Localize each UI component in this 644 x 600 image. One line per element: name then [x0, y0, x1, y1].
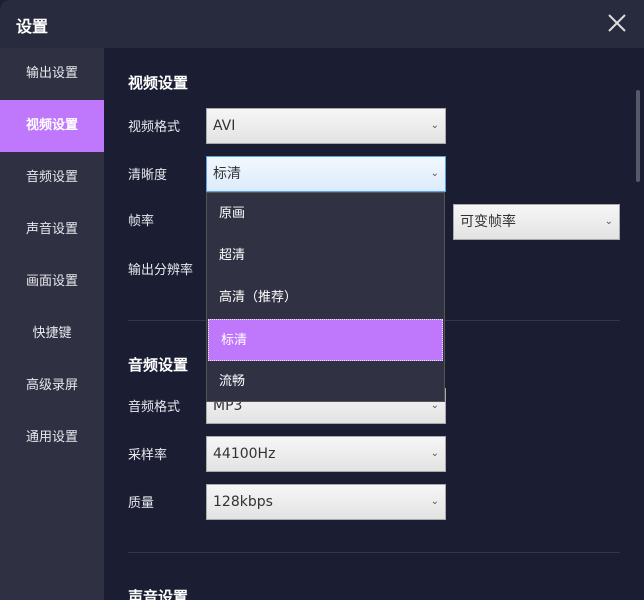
- sidebar-item-screen[interactable]: 画面设置: [0, 256, 104, 308]
- bitrate-value: 128kbps: [213, 494, 273, 510]
- sample-rate-value: 44100Hz: [213, 446, 276, 462]
- quality-label: 清晰度: [128, 168, 168, 183]
- quality-dropdown-list: 原画 超清 高清（推荐） 标清 流畅: [206, 192, 445, 402]
- audio-format-label: 音频格式: [128, 400, 181, 415]
- sample-rate-label: 采样率: [128, 448, 168, 463]
- video-format-label: 视频格式: [128, 120, 181, 135]
- sidebar-item-audio[interactable]: 音频设置: [0, 152, 104, 204]
- sidebar-item-advanced[interactable]: 高级录屏: [0, 360, 104, 412]
- chevron-down-icon: ⌄: [430, 168, 439, 179]
- quality-option[interactable]: 原画: [207, 193, 444, 235]
- sidebar-item-hotkeys[interactable]: 快捷键: [0, 308, 104, 360]
- close-icon[interactable]: [606, 12, 628, 34]
- bitrate-select[interactable]: 128kbps ⌄: [206, 484, 446, 520]
- quality-option[interactable]: 高清（推荐）: [207, 277, 444, 319]
- video-format-value: AVI: [213, 118, 236, 134]
- fps-value: 可变帧率: [460, 214, 516, 230]
- title-bar: 设置: [0, 0, 644, 48]
- chevron-down-icon: ⌄: [430, 496, 439, 507]
- chevron-down-icon: ⌄: [430, 120, 439, 131]
- video-heading: 视频设置: [128, 74, 189, 92]
- sample-rate-select[interactable]: 44100Hz ⌄: [206, 436, 446, 472]
- bitrate-label: 质量: [128, 496, 155, 511]
- scrollbar[interactable]: [636, 90, 640, 182]
- sidebar-item-video[interactable]: 视频设置: [0, 100, 104, 152]
- chevron-down-icon: ⌄: [430, 448, 439, 459]
- chevron-down-icon: ⌄: [604, 216, 613, 227]
- quality-option[interactable]: 超清: [207, 235, 444, 277]
- sound-heading: 声音设置: [128, 588, 189, 600]
- video-format-select[interactable]: AVI ⌄: [206, 108, 446, 144]
- quality-select[interactable]: 标清 ⌄: [206, 156, 446, 192]
- fps-select[interactable]: 可变帧率 ⌄: [453, 204, 620, 240]
- sidebar-item-sound[interactable]: 声音设置: [0, 204, 104, 256]
- window-title: 设置: [16, 17, 49, 36]
- quality-option[interactable]: 流畅: [207, 361, 444, 403]
- resolution-label: 输出分辨率: [128, 263, 194, 278]
- sidebar-item-general[interactable]: 通用设置: [0, 412, 104, 464]
- audio-heading: 音频设置: [128, 356, 189, 374]
- sidebar-item-output[interactable]: 输出设置: [0, 48, 104, 100]
- settings-panel: 视频设置 视频格式 AVI ⌄ 清晰度 标清 ⌄ 帧率 可变帧率 ⌄ 输出分辨率 音频…: [104, 48, 644, 600]
- divider: [128, 552, 620, 553]
- fps-label: 帧率: [128, 214, 155, 229]
- quality-value: 标清: [213, 166, 241, 182]
- quality-option-selected[interactable]: 标清: [208, 319, 443, 361]
- sidebar: 输出设置 视频设置 音频设置 声音设置 画面设置 快捷键 高级录屏 通用设置: [0, 48, 104, 600]
